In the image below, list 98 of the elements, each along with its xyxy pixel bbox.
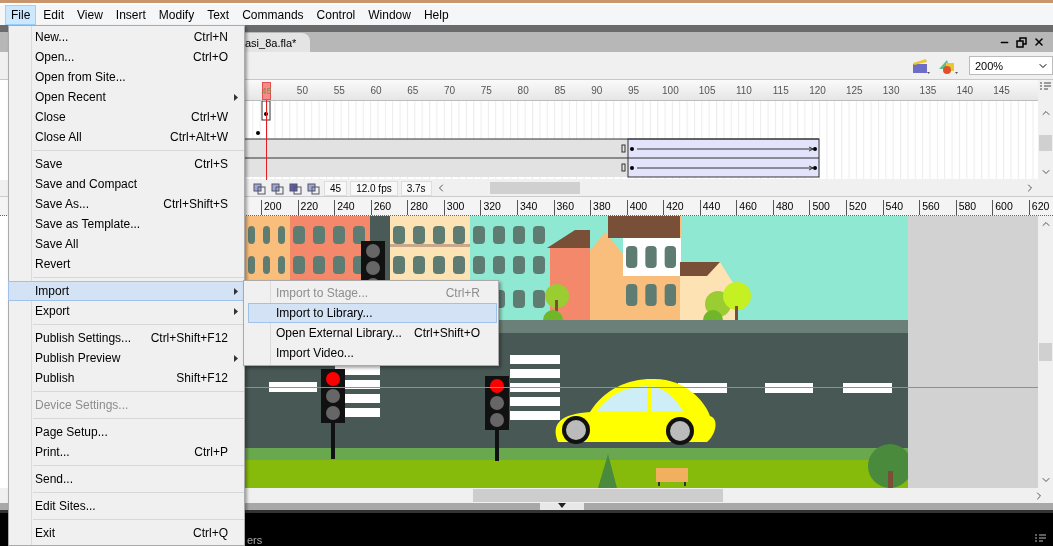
ruler-number: 400	[626, 200, 664, 215]
submenu-arrow-icon	[234, 287, 238, 295]
menu-title[interactable]: File	[5, 5, 37, 25]
ruler-number: 300	[443, 200, 481, 215]
frame-number: 140	[955, 84, 975, 96]
frame-number: 110	[735, 84, 753, 96]
ruler-number: 360	[553, 200, 591, 215]
ruler-number: 440	[699, 200, 737, 215]
menu-item[interactable]: Import to Library...	[248, 303, 497, 323]
menu-item[interactable]: Save Ctrl+S	[8, 154, 245, 174]
frame-number: 135	[918, 84, 938, 96]
ruler-number: 480	[772, 200, 810, 215]
menu-item[interactable]: Open External Library... Ctrl+Shift+O	[248, 323, 497, 343]
menu-item[interactable]: Import	[8, 281, 245, 301]
menu-title[interactable]: Text	[201, 5, 236, 25]
frame-number: 75	[479, 84, 493, 96]
ruler-number: 620	[1028, 200, 1053, 215]
frame-number: 115	[771, 84, 790, 96]
menu-title[interactable]: View	[71, 5, 109, 25]
menu-item[interactable]: Close All Ctrl+Alt+W	[8, 127, 245, 147]
scrollbar-thumb[interactable]	[1039, 134, 1052, 151]
frame-number: 70	[443, 84, 457, 96]
frame-number: 95	[627, 84, 641, 96]
menu-item[interactable]: Page Setup...	[8, 422, 245, 442]
scrollbar-thumb[interactable]	[489, 182, 580, 194]
menu-item[interactable]: Publish Shift+F12	[8, 368, 245, 388]
menu-item[interactable]: Save and Compact	[8, 174, 245, 194]
menu-title[interactable]: Control	[310, 5, 362, 25]
ruler-number: 320	[480, 200, 517, 215]
menu-item[interactable]: Print... Ctrl+P	[8, 442, 245, 462]
ruler-number: 500	[809, 200, 846, 215]
frame-number: 85	[553, 84, 567, 96]
menu-item[interactable]: Open Recent	[8, 87, 245, 107]
menu-item[interactable]: Export	[8, 301, 245, 321]
menu-title[interactable]: Edit	[37, 5, 71, 25]
ruler-number: 200	[261, 200, 298, 215]
menu-title[interactable]: Help	[417, 5, 455, 25]
ruler-number: 340	[516, 200, 554, 215]
panel-title: ers	[247, 534, 263, 546]
menu-item[interactable]: Send...	[8, 469, 245, 489]
menu-item[interactable]: Save as Template...	[8, 214, 245, 234]
panel-menu-icon[interactable]	[1039, 82, 1052, 92]
frame-number: 60	[369, 84, 383, 96]
frame-number: 90	[590, 84, 604, 96]
scrollbar-thumb[interactable]	[473, 489, 723, 502]
menu-item[interactable]: Revert	[8, 254, 245, 274]
elapsed-time-field[interactable]: 3.7s	[400, 180, 432, 196]
close-icon[interactable]	[1033, 36, 1045, 48]
ruler-number: 240	[334, 200, 371, 215]
frame-number: 145	[992, 84, 1011, 96]
onion-skin-icon[interactable]	[306, 181, 321, 195]
ruler-number: 420	[663, 200, 700, 215]
ruler-number: 260	[370, 200, 408, 215]
ruler-number: 520	[846, 200, 883, 215]
ruler-number: 220	[297, 200, 335, 215]
menu-item[interactable]: Save All	[8, 234, 245, 254]
ruler-number: 580	[955, 200, 993, 215]
submenu-arrow-icon	[234, 307, 238, 315]
scrollbar-thumb[interactable]	[1039, 343, 1052, 361]
panel-collapse-tab[interactable]	[540, 503, 584, 510]
panel-menu-icon[interactable]	[1035, 534, 1047, 544]
frame-number: 130	[881, 84, 901, 96]
frame-number: 120	[808, 84, 827, 96]
clapperboard-icon[interactable]	[911, 56, 931, 75]
menu-item[interactable]: Publish Settings... Ctrl+Shift+F12	[8, 328, 245, 348]
submenu-arrow-icon	[234, 354, 238, 362]
menu-title[interactable]: Commands	[236, 5, 310, 25]
onion-skin-icon[interactable]	[252, 181, 267, 195]
frame-number: 50	[295, 84, 309, 96]
frame-number: 105	[697, 84, 717, 96]
onion-skin-icon[interactable]	[288, 181, 303, 195]
ruler-number: 460	[736, 200, 773, 215]
menu-item[interactable]: Open from Site...	[8, 67, 245, 87]
menu-title[interactable]: Modify	[152, 5, 201, 25]
menu-title[interactable]: Window	[362, 5, 417, 25]
frame-rate-field[interactable]: 12.0 fps	[350, 180, 398, 196]
frame-number: 55	[332, 84, 346, 96]
onion-skin-icon[interactable]	[270, 181, 285, 195]
ruler-number: 560	[919, 200, 956, 215]
menu-item[interactable]: Exit Ctrl+Q	[8, 523, 245, 543]
ruler-number: 280	[407, 200, 444, 215]
menu-item[interactable]: Save As... Ctrl+Shift+S	[8, 194, 245, 214]
frame-number: 125	[845, 84, 864, 96]
ruler-number: 380	[590, 200, 627, 215]
frame-number: 65	[406, 84, 420, 96]
zoom-dropdown[interactable]: 200%	[969, 56, 1053, 75]
menu-item[interactable]: Import Video...	[248, 343, 497, 363]
menu-title[interactable]: Insert	[109, 5, 152, 25]
ruler-number: 540	[882, 200, 920, 215]
menu-item[interactable]: Publish Preview	[8, 348, 245, 368]
submenu-arrow-icon	[234, 93, 238, 101]
menu-item[interactable]: Close Ctrl+W	[8, 107, 245, 127]
current-frame-field[interactable]: 45	[324, 180, 348, 196]
frame-number: 100	[661, 84, 680, 96]
restore-icon[interactable]	[1016, 36, 1027, 48]
ruler-number: 600	[992, 200, 1029, 215]
menu-item[interactable]: Edit Sites...	[8, 496, 245, 516]
frame-number: 80	[516, 84, 530, 96]
